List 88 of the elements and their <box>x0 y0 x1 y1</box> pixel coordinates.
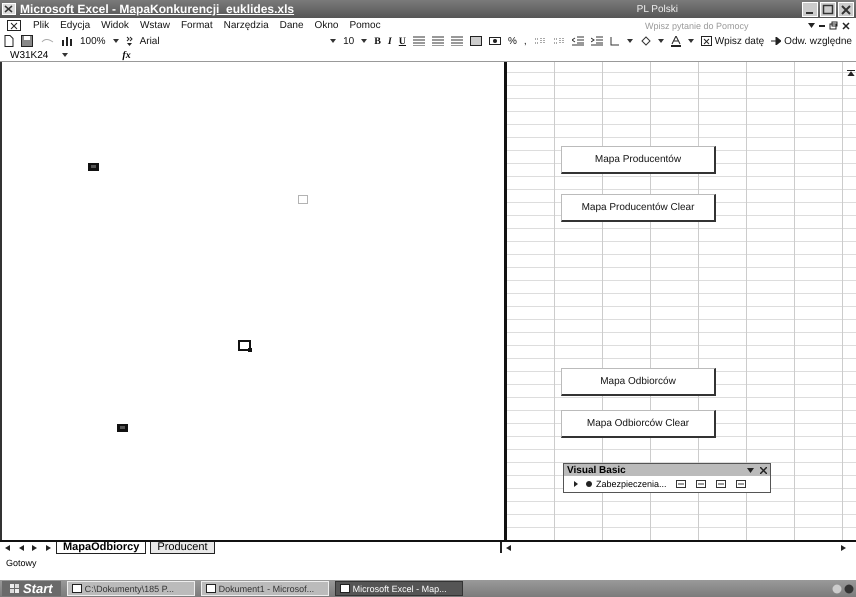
menu-item[interactable]: Okno <box>314 20 338 31</box>
font-size-field[interactable]: 10 <box>343 36 354 46</box>
minimize-icon <box>819 24 825 26</box>
dropdown-icon[interactable] <box>747 468 754 472</box>
function-label: fx <box>122 50 131 60</box>
more-icon[interactable] <box>126 36 133 46</box>
currency-icon[interactable] <box>489 36 502 46</box>
taskbar-button[interactable]: Microsoft Excel - Map... <box>334 581 463 596</box>
name-box[interactable]: W31K24 <box>10 50 48 60</box>
menu-item[interactable]: Narzędzia <box>224 20 269 31</box>
dropdown-icon <box>330 39 336 43</box>
relative-reference-button[interactable]: Odw. względne <box>771 36 852 46</box>
security-button[interactable]: Zabezpieczenia... <box>586 479 667 489</box>
menu-item[interactable]: Widok <box>101 20 129 31</box>
taskbar-button[interactable]: Dokument1 - Microsof... <box>200 581 329 596</box>
align-center-icon[interactable] <box>432 36 444 46</box>
scroll-left-icon[interactable] <box>506 544 511 550</box>
arrow-icon <box>771 37 782 45</box>
map-marker <box>238 340 252 352</box>
scroll-right-icon[interactable] <box>841 544 846 550</box>
new-document-icon[interactable] <box>4 35 14 47</box>
last-sheet-icon[interactable] <box>46 544 52 550</box>
window-icon <box>206 584 216 593</box>
dropdown-icon <box>658 39 664 43</box>
restore-icon <box>829 21 838 30</box>
windows-logo-icon <box>10 584 20 594</box>
map-marker <box>117 424 128 432</box>
window-icon <box>340 584 350 593</box>
comma-button[interactable]: , <box>524 36 527 46</box>
underline-button[interactable]: U <box>398 36 406 46</box>
window-icon <box>72 584 82 593</box>
close-icon[interactable] <box>760 466 767 474</box>
dropdown-icon <box>112 39 119 43</box>
close-icon <box>842 22 850 30</box>
percent-button[interactable]: % <box>508 36 517 46</box>
borders-icon[interactable] <box>610 36 620 46</box>
fill-color-icon[interactable] <box>640 36 651 46</box>
date-button[interactable]: Wpisz datę <box>700 36 764 46</box>
menu-item[interactable]: Edycja <box>60 20 90 31</box>
dropdown-icon[interactable] <box>62 53 68 57</box>
macro-button[interactable]: Mapa Producentów Clear <box>561 194 716 222</box>
status-text: Gotowy <box>6 558 37 568</box>
macro-button[interactable]: Mapa Producentów <box>561 146 716 174</box>
excel-document-icon <box>6 19 22 32</box>
record-icon <box>586 481 592 487</box>
bold-button[interactable]: B <box>374 36 381 46</box>
language-indicator[interactable]: PL Polski <box>636 4 678 14</box>
previous-sheet-icon[interactable] <box>18 544 24 550</box>
dropdown-icon <box>688 39 694 43</box>
maximize-icon[interactable] <box>820 2 836 16</box>
map-marker <box>298 195 308 204</box>
dropdown-icon <box>626 39 633 43</box>
sheet-tab[interactable]: Producent <box>150 542 215 554</box>
menu-item[interactable]: Format <box>180 20 213 31</box>
menu-item[interactable]: Pomoc <box>349 20 381 31</box>
menu-item[interactable]: Plik <box>33 20 50 31</box>
increase-indent-icon[interactable] <box>590 36 603 46</box>
start-button[interactable]: Start <box>2 581 61 596</box>
dropdown-icon <box>808 23 815 28</box>
italic-button[interactable]: I <box>388 36 392 46</box>
next-sheet-icon[interactable] <box>32 544 38 550</box>
align-right-icon[interactable] <box>451 36 464 46</box>
run-icon[interactable] <box>574 481 578 487</box>
first-sheet-icon[interactable] <box>4 544 10 550</box>
menu-item[interactable]: Wstaw <box>140 20 170 31</box>
minimize-icon[interactable] <box>802 2 818 16</box>
map-marker <box>88 163 99 171</box>
excel-icon <box>2 3 16 15</box>
macro-button[interactable]: Mapa Odbiorców <box>561 368 716 396</box>
network-icon <box>844 584 854 594</box>
chart-icon[interactable] <box>61 35 73 47</box>
window-title: Microsoft Excel - MapaKonkurencji_euklides.xls <box>20 2 294 16</box>
save-icon[interactable] <box>21 35 33 47</box>
dropdown-icon <box>361 39 368 43</box>
menu-item[interactable]: Dane <box>280 20 304 31</box>
macro-button[interactable]: Mapa Odbiorców Clear <box>561 410 716 438</box>
font-color-icon[interactable] <box>670 36 681 46</box>
merge-cells-icon[interactable] <box>470 36 482 46</box>
calendar-icon <box>700 36 712 46</box>
tray-icon <box>832 584 842 594</box>
sheet-tab[interactable]: MapaOdbiorcy <box>56 542 146 554</box>
toolbar-title: Visual Basic <box>567 464 627 476</box>
decrease-indent-icon[interactable] <box>572 36 584 46</box>
scrollbar-arrow-icon <box>847 70 855 76</box>
font-field[interactable]: Arial <box>140 36 324 46</box>
taskbar-button[interactable]: C:\Dokumenty\185 P... <box>66 581 195 596</box>
zoom-field[interactable]: 100% <box>80 36 106 46</box>
align-left-icon[interactable] <box>413 36 426 46</box>
